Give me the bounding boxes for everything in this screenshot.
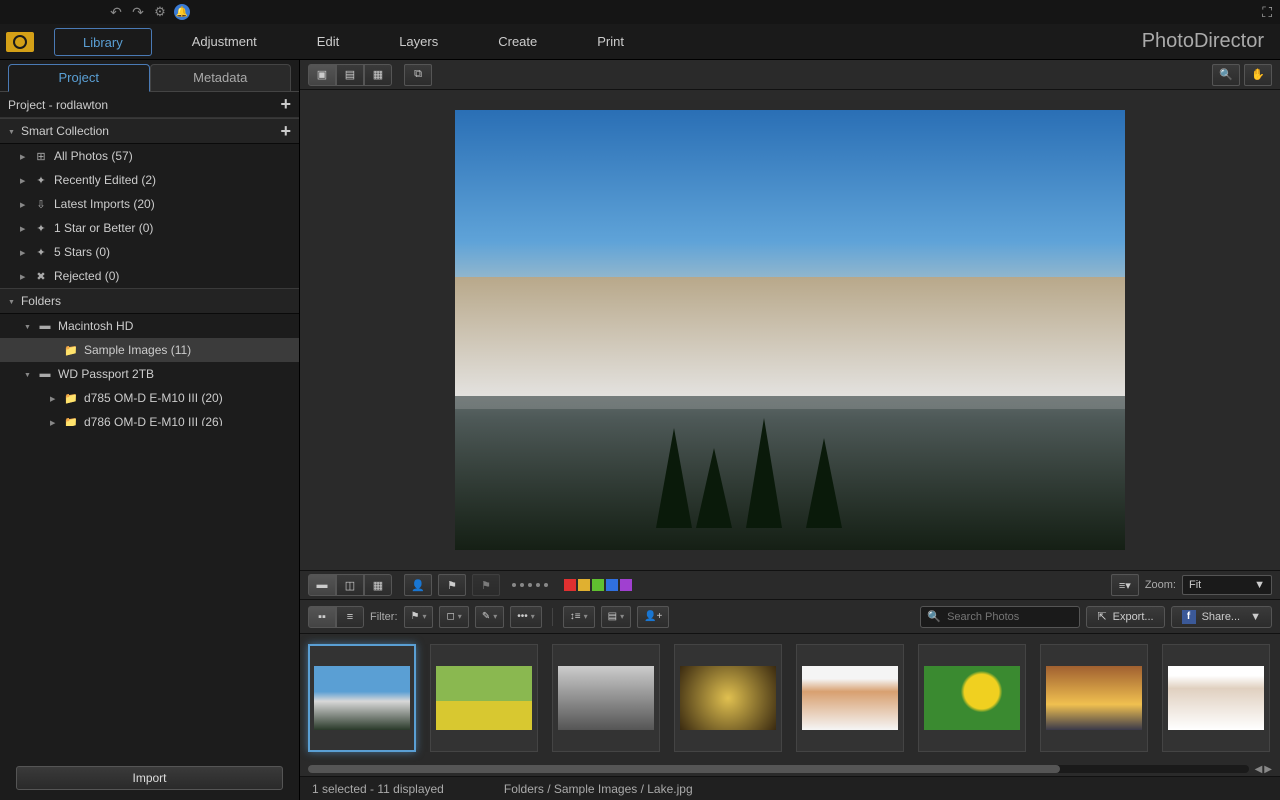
search-input[interactable]: 🔍 ✕ <box>920 606 1080 628</box>
smart-item[interactable]: ✦5 Stars (0) <box>0 240 299 264</box>
smart-item[interactable]: ✖Rejected (0) <box>0 264 299 288</box>
panel-tab-project[interactable]: Project <box>8 64 150 92</box>
status-path: Folders / Sample Images / Lake.jpg <box>504 782 693 796</box>
viewer-toolbar: ▣ ▤ ▦ ⧉ 🔍 ✋ <box>300 60 1280 90</box>
layout-filmstrip-icon[interactable]: ▬ <box>308 574 336 596</box>
app-logo <box>0 24 40 60</box>
left-panel: Project Metadata Project - rodlawton + S… <box>0 60 300 800</box>
hand-tool-icon[interactable]: ✋ <box>1244 64 1272 86</box>
browser-bar: ▬ ◫ ▦ 👤 ⚑ ⚑ ≡▾ Zoom: Fit▼ <box>300 570 1280 600</box>
layout-split-icon[interactable]: ◫ <box>336 574 364 596</box>
app-title: PhotoDirector <box>1142 30 1264 53</box>
center-area: ▣ ▤ ▦ ⧉ 🔍 ✋ ▬ <box>300 60 1280 800</box>
folder-item[interactable]: 📁d785 OM-D E-M10 III (20) <box>0 386 299 410</box>
stack-button[interactable]: ▤ <box>601 606 631 628</box>
folder-drive[interactable]: ▬Macintosh HD <box>0 314 299 338</box>
thumbnail[interactable] <box>430 644 538 752</box>
filmstrip <box>300 634 1280 762</box>
layout-grid-icon[interactable]: ▦ <box>364 574 392 596</box>
project-header: Project - rodlawton + <box>0 92 299 118</box>
add-person-button[interactable]: 👤+ <box>637 606 669 628</box>
thumbnail[interactable] <box>552 644 660 752</box>
color-label-swatch[interactable] <box>564 579 576 591</box>
share-button[interactable]: f Share... ▼ <box>1171 606 1272 628</box>
view-compare-icon[interactable]: ▤ <box>336 64 364 86</box>
redo-icon[interactable]: ↷ <box>130 4 146 20</box>
add-smart-collection-button[interactable]: + <box>280 121 291 142</box>
smart-item[interactable]: ⊞All Photos (57) <box>0 144 299 168</box>
facebook-icon: f <box>1182 610 1196 624</box>
color-label-swatch[interactable] <box>620 579 632 591</box>
smart-item[interactable]: ✦1 Star or Better (0) <box>0 216 299 240</box>
add-project-button[interactable]: + <box>280 94 291 115</box>
status-bar: 1 selected - 11 displayed Folders / Samp… <box>300 776 1280 800</box>
undo-icon[interactable]: ↶ <box>108 4 124 20</box>
section-smart-collection[interactable]: Smart Collection + <box>0 118 299 144</box>
sort-order-button[interactable]: ↕≡ <box>563 606 595 628</box>
filmstrip-scrollbar[interactable]: ◀▶ <box>300 762 1280 776</box>
filter-label: Filter: <box>370 611 398 623</box>
titlebar: ↶ ↷ ⚙ 🔔 ⛶ <box>0 0 1280 24</box>
module-tabs: Library Adjustment Edit Layers Create Pr… <box>40 24 654 60</box>
module-tab-adjustment[interactable]: Adjustment <box>162 28 287 56</box>
thumbnail[interactable] <box>918 644 1026 752</box>
thumbnail[interactable] <box>796 644 904 752</box>
filter-more-button[interactable]: ••• <box>510 606 542 628</box>
thumbnail[interactable] <box>674 644 782 752</box>
module-tab-library[interactable]: Library <box>54 28 152 56</box>
folder-item[interactable]: 📁Sample Images (11) <box>0 338 299 362</box>
panel-tab-metadata[interactable]: Metadata <box>150 64 292 92</box>
gear-icon[interactable]: ⚙ <box>152 4 168 20</box>
search-icon: 🔍 <box>927 610 941 623</box>
fullscreen-icon[interactable]: ⛶ <box>1262 4 1272 21</box>
filter-flag-button[interactable]: ⚑ <box>404 606 434 628</box>
module-tab-layers[interactable]: Layers <box>369 28 468 56</box>
rating-stars[interactable] <box>506 583 554 587</box>
filter-edited-button[interactable]: ✎ <box>475 606 504 628</box>
sort-button[interactable]: ≡▾ <box>1111 574 1139 596</box>
module-row: Library Adjustment Edit Layers Create Pr… <box>0 24 1280 60</box>
import-button[interactable]: Import <box>16 766 283 790</box>
color-label-swatch[interactable] <box>578 579 590 591</box>
folder-drive[interactable]: ▬WD Passport 2TB <box>0 362 299 386</box>
view-grid-icon[interactable]: ▦ <box>364 64 392 86</box>
zoom-label: Zoom: <box>1145 579 1176 591</box>
preview-image <box>455 110 1125 550</box>
module-tab-edit[interactable]: Edit <box>287 28 369 56</box>
scroll-left-icon[interactable]: ◀ <box>1255 764 1263 775</box>
zoom-select[interactable]: Fit▼ <box>1182 575 1272 595</box>
smart-item[interactable]: ✦Recently Edited (2) <box>0 168 299 192</box>
thumbnail[interactable] <box>1040 644 1148 752</box>
flag-reject-icon[interactable]: ⚑ <box>472 574 500 596</box>
face-tag-icon[interactable]: 👤 <box>404 574 432 596</box>
color-label-swatch[interactable] <box>592 579 604 591</box>
color-labels[interactable] <box>560 579 636 591</box>
module-tab-create[interactable]: Create <box>468 28 567 56</box>
status-selection: 1 selected - 11 displayed <box>312 782 444 796</box>
preview-area[interactable] <box>300 90 1280 570</box>
folder-item[interactable]: 📁d786 OM-D E-M10 III (26) <box>0 410 299 426</box>
filter-bar: ▪▪ ≡ Filter: ⚑ ◻ ✎ ••• ↕≡ ▤ 👤+ 🔍 ✕ ⇱ Exp… <box>300 600 1280 634</box>
project-name: Project - rodlawton <box>8 98 108 112</box>
zoom-tool-icon[interactable]: 🔍 <box>1212 64 1240 86</box>
thumb-size-list-icon[interactable]: ≡ <box>336 606 364 628</box>
section-folders[interactable]: Folders <box>0 288 299 314</box>
flag-icon[interactable]: ⚑ <box>438 574 466 596</box>
thumbnail[interactable] <box>308 644 416 752</box>
view-mirror-icon[interactable]: ⧉ <box>404 64 432 86</box>
notification-bell-icon[interactable]: 🔔 <box>174 4 190 20</box>
color-label-swatch[interactable] <box>606 579 618 591</box>
scroll-right-icon[interactable]: ▶ <box>1264 764 1272 775</box>
view-single-icon[interactable]: ▣ <box>308 64 336 86</box>
thumbnail[interactable] <box>1162 644 1270 752</box>
smart-item[interactable]: ⇩Latest Imports (20) <box>0 192 299 216</box>
export-icon: ⇱ <box>1097 610 1106 623</box>
filter-label-button[interactable]: ◻ <box>439 606 468 628</box>
thumb-size-large-icon[interactable]: ▪▪ <box>308 606 336 628</box>
export-button[interactable]: ⇱ Export... <box>1086 606 1164 628</box>
module-tab-print[interactable]: Print <box>567 28 654 56</box>
